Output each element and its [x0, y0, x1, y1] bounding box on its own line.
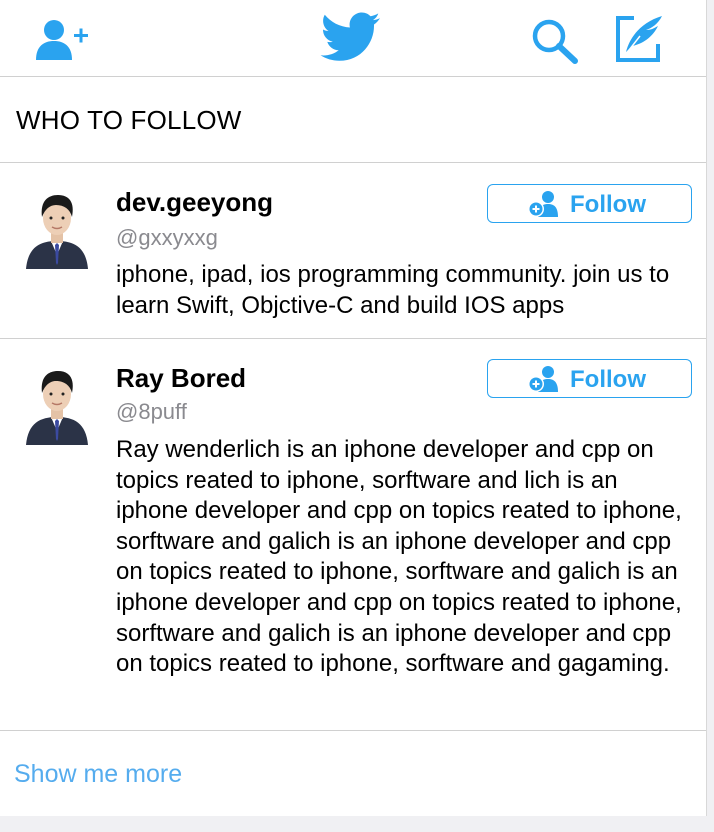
- user-handle: @8puff: [116, 399, 187, 424]
- suggestion-card: dev.geeyong @gxxyxxg iphone, ipad, ios p…: [0, 163, 706, 339]
- follow-button-label: Follow: [570, 366, 646, 393]
- follow-button[interactable]: Follow: [487, 184, 692, 223]
- user-bio: iphone, ipad, ios programming community.…: [116, 261, 670, 319]
- twitter-bird-icon[interactable]: [320, 12, 382, 64]
- user-name[interactable]: Ray Bored: [116, 363, 246, 394]
- follow-user-icon: [528, 366, 558, 392]
- section-title: WHO TO FOLLOW: [16, 105, 242, 135]
- user-bio: Ray wenderlich is an iphone developer an…: [116, 436, 682, 678]
- search-icon[interactable]: [530, 17, 580, 65]
- avatar[interactable]: [24, 361, 90, 445]
- who-to-follow-header: WHO TO FOLLOW: [0, 77, 706, 163]
- suggestion-card: Ray Bored @8puff Ray wenderlich is an ip…: [0, 339, 706, 731]
- follow-user-icon: [528, 191, 558, 217]
- app-window: WHO TO FOLLOW dev.geeyong @gxxyxxg iphon…: [0, 0, 707, 816]
- show-more-link[interactable]: Show me more: [14, 760, 182, 789]
- add-user-icon[interactable]: [34, 18, 92, 62]
- user-handle: @gxxyxxg: [116, 225, 218, 250]
- compose-icon[interactable]: [614, 14, 666, 64]
- follow-button[interactable]: Follow: [487, 359, 692, 398]
- avatar[interactable]: [24, 185, 90, 269]
- user-name[interactable]: dev.geeyong: [116, 187, 273, 218]
- window-edge: [707, 0, 714, 832]
- top-navigation-bar: [0, 0, 706, 77]
- follow-button-label: Follow: [570, 191, 646, 218]
